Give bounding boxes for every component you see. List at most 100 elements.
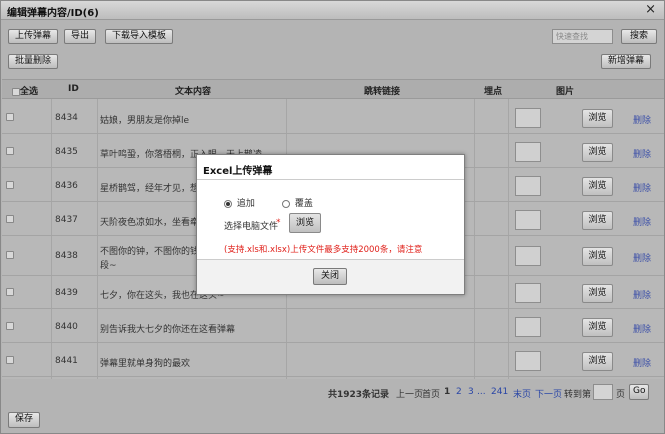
row-delete-link[interactable]: 删除 (633, 215, 651, 228)
header-id: ID (68, 84, 79, 94)
upload-danmaku-button[interactable]: 上传弹幕 (8, 29, 59, 44)
window-titlebar: 编辑弹幕内容/ID(6) × (1, 1, 664, 20)
dialog-title: Excel上传弹幕 (203, 166, 273, 177)
row-checkbox[interactable] (6, 215, 14, 223)
row-checkbox[interactable] (6, 322, 14, 330)
table-row: 8440 别告诉我大七夕的你还在这看弹幕 浏览 删除 (2, 309, 664, 343)
goto-label: 转到第 (564, 390, 592, 400)
append-label: 追加 (236, 199, 255, 209)
dialog-footer: 关闭 (197, 259, 464, 294)
row-id: 8435 (55, 147, 78, 157)
row-browse-button[interactable]: 浏览 (582, 247, 613, 266)
row-browse-button[interactable]: 浏览 (582, 211, 613, 230)
add-danmaku-button[interactable]: 新增弹幕 (601, 54, 652, 69)
last-page-link[interactable]: 末页 (513, 387, 531, 400)
row-browse-button[interactable]: 浏览 (582, 352, 613, 371)
row-text-line2: 段~ (100, 261, 117, 271)
image-preview (515, 108, 541, 128)
page-unit-label: 页 (616, 390, 626, 400)
header-content: 文本内容 (175, 87, 212, 97)
row-browse-button[interactable]: 浏览 (582, 284, 613, 303)
row-id: 8441 (55, 356, 78, 366)
row-text: 不图你的钟，不图你的钱， (100, 247, 209, 257)
page-2-link[interactable]: 2 (456, 387, 462, 397)
row-browse-button[interactable]: 浏览 (582, 318, 613, 337)
window-title: 编辑弹幕内容/ID(6) (7, 8, 99, 19)
row-id: 8440 (55, 322, 78, 332)
pagination: 共1923条记录 上一页 首页 1 2 3 ... 241 末页 下一页 转到第… (1, 384, 664, 402)
image-preview (515, 176, 541, 196)
row-text: 星桥鹊驾，经年才见，想离 (100, 184, 209, 194)
row-id: 8438 (55, 251, 78, 261)
row-id: 8437 (55, 215, 78, 225)
row-checkbox[interactable] (6, 181, 14, 189)
image-preview (515, 210, 541, 230)
goto-page-input[interactable] (593, 384, 613, 400)
image-preview (515, 283, 541, 303)
save-button[interactable]: 保存 (8, 412, 41, 428)
row-checkbox[interactable] (6, 113, 14, 121)
total-records: 共1923条记录 (328, 390, 390, 400)
close-icon[interactable]: × (645, 2, 656, 17)
excel-upload-dialog: Excel上传弹幕 追加 覆盖 选择电脑文件 * 浏览 (支持.xls和.xls… (196, 154, 465, 295)
select-all-cell[interactable]: 全选 (12, 84, 38, 97)
row-delete-link[interactable]: 删除 (633, 322, 651, 335)
prev-page-disabled: 上一页 (396, 390, 424, 400)
row-text: 别告诉我大七夕的你还在这看弹幕 (100, 325, 236, 335)
go-button[interactable]: Go (629, 384, 650, 400)
page-3-link[interactable]: 3 (468, 387, 474, 397)
header-link: 跳转链接 (364, 87, 401, 97)
export-button[interactable]: 导出 (64, 29, 97, 44)
row-text: 天阶夜色凉如水，坐看牵牛 (100, 218, 209, 228)
dialog-titlebar: Excel上传弹幕 (197, 155, 464, 180)
choose-file-label: 选择电脑文件 (224, 222, 279, 232)
header-hotspot: 埋点 (484, 87, 503, 97)
next-page-link[interactable]: 下一页 (535, 387, 562, 400)
table-row: 8441 弹幕里就单身狗的最欢 浏览 删除 (2, 343, 664, 377)
row-id: 8439 (55, 288, 78, 298)
download-template-button[interactable]: 下载导入模板 (105, 29, 174, 44)
row-text: 姑娘，男朋友是你掉le (100, 116, 190, 126)
row-delete-link[interactable]: 删除 (633, 251, 651, 264)
overwrite-label: 覆盖 (294, 199, 313, 209)
page-241-link[interactable]: 241 (491, 387, 508, 397)
search-button[interactable]: 搜索 (621, 29, 657, 44)
first-page-disabled: 首页 (422, 390, 441, 400)
batch-delete-button[interactable]: 批量删除 (8, 54, 59, 69)
row-text: 弹幕里就单身狗的最欢 (100, 359, 191, 369)
row-id: 8436 (55, 181, 78, 191)
row-delete-link[interactable]: 删除 (633, 113, 651, 126)
row-delete-link[interactable]: 删除 (633, 147, 651, 160)
upload-hint: (支持.xls和.xlsx)上传文件最多支持2000条，请注意 (224, 245, 423, 255)
dialog-close-button[interactable]: 关闭 (313, 268, 348, 285)
file-browse-button[interactable]: 浏览 (289, 213, 321, 233)
row-delete-link[interactable]: 删除 (633, 288, 651, 301)
select-all-label: 全选 (20, 87, 39, 97)
row-browse-button[interactable]: 浏览 (582, 109, 613, 128)
row-checkbox[interactable] (6, 288, 14, 296)
required-mark: * (276, 218, 281, 228)
append-radio[interactable] (224, 199, 232, 208)
page-ellipsis: ... (477, 387, 486, 397)
row-checkbox[interactable] (6, 251, 14, 259)
row-id: 8434 (55, 113, 78, 123)
select-all-checkbox[interactable] (12, 87, 20, 96)
row-delete-link[interactable]: 删除 (633, 356, 651, 369)
row-delete-link[interactable]: 删除 (633, 181, 651, 194)
row-browse-button[interactable]: 浏览 (582, 177, 613, 196)
row-checkbox[interactable] (6, 147, 14, 155)
overwrite-radio[interactable] (282, 199, 290, 208)
table-row: 8434 姑娘，男朋友是你掉le 浏览 删除 (2, 100, 664, 134)
image-preview (515, 317, 541, 337)
search-input[interactable]: 快速查找 (552, 29, 613, 44)
overwrite-option[interactable]: 覆盖 (282, 196, 313, 209)
table-header: 全选 ID 文本内容 跳转链接 埋点 图片 (2, 79, 664, 99)
row-checkbox[interactable] (6, 356, 14, 364)
row-browse-button[interactable]: 浏览 (582, 143, 613, 162)
image-preview (515, 351, 541, 371)
current-page: 1 (444, 387, 451, 397)
image-preview (515, 246, 541, 266)
header-image: 图片 (556, 87, 575, 97)
image-preview (515, 142, 541, 162)
append-option[interactable]: 追加 (224, 196, 255, 209)
